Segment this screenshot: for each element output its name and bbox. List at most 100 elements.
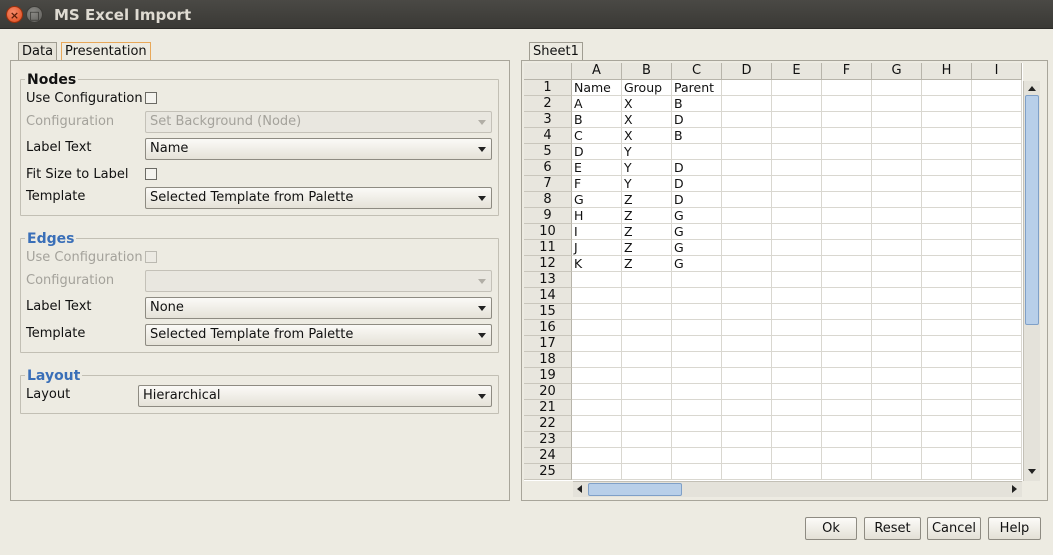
table-cell[interactable]: Z <box>622 192 672 208</box>
table-cell[interactable] <box>972 368 1022 384</box>
table-cell[interactable] <box>572 304 622 320</box>
row-header[interactable]: 23 <box>524 432 572 448</box>
horizontal-scrollbar[interactable] <box>573 481 1022 497</box>
table-cell[interactable] <box>672 288 722 304</box>
table-cell[interactable] <box>822 208 872 224</box>
table-cell[interactable] <box>972 256 1022 272</box>
row-header[interactable]: 15 <box>524 304 572 320</box>
table-cell[interactable] <box>922 144 972 160</box>
table-cell[interactable] <box>822 352 872 368</box>
table-cell[interactable] <box>922 352 972 368</box>
table-cell[interactable] <box>772 208 822 224</box>
row-header[interactable]: 17 <box>524 336 572 352</box>
table-cell[interactable] <box>972 352 1022 368</box>
row-header[interactable]: 11 <box>524 240 572 256</box>
table-cell[interactable] <box>772 96 822 112</box>
table-cell[interactable] <box>772 80 822 96</box>
table-cell[interactable]: D <box>672 160 722 176</box>
corner-header[interactable] <box>524 63 572 80</box>
table-cell[interactable] <box>972 432 1022 448</box>
vertical-scroll-thumb[interactable] <box>1025 95 1039 325</box>
table-cell[interactable] <box>722 352 772 368</box>
row-header[interactable]: 25 <box>524 464 572 480</box>
table-cell[interactable]: I <box>572 224 622 240</box>
table-cell[interactable]: D <box>672 176 722 192</box>
table-cell[interactable] <box>922 176 972 192</box>
table-cell[interactable] <box>872 240 922 256</box>
table-cell[interactable] <box>622 320 672 336</box>
table-cell[interactable]: G <box>572 192 622 208</box>
table-cell[interactable] <box>572 448 622 464</box>
scroll-down-icon[interactable] <box>1028 469 1036 474</box>
table-cell[interactable] <box>822 464 872 480</box>
table-cell[interactable] <box>922 400 972 416</box>
table-cell[interactable] <box>872 384 922 400</box>
table-cell[interactable] <box>572 416 622 432</box>
table-cell[interactable] <box>872 464 922 480</box>
table-cell[interactable] <box>872 224 922 240</box>
table-cell[interactable] <box>722 288 772 304</box>
row-header[interactable]: 6 <box>524 160 572 176</box>
table-cell[interactable]: X <box>622 96 672 112</box>
table-cell[interactable]: G <box>672 240 722 256</box>
table-cell[interactable] <box>972 272 1022 288</box>
table-cell[interactable] <box>922 256 972 272</box>
table-cell[interactable] <box>822 400 872 416</box>
table-cell[interactable] <box>822 96 872 112</box>
table-cell[interactable] <box>622 288 672 304</box>
horizontal-scroll-thumb[interactable] <box>588 483 682 496</box>
table-cell[interactable] <box>722 176 772 192</box>
table-cell[interactable] <box>922 336 972 352</box>
table-cell[interactable] <box>672 320 722 336</box>
row-header[interactable]: 24 <box>524 448 572 464</box>
table-cell[interactable] <box>822 176 872 192</box>
table-cell[interactable] <box>822 384 872 400</box>
reset-button[interactable]: Reset <box>864 517 921 540</box>
table-cell[interactable] <box>872 352 922 368</box>
table-cell[interactable]: Z <box>622 224 672 240</box>
table-cell[interactable]: H <box>572 208 622 224</box>
table-cell[interactable] <box>922 448 972 464</box>
table-cell[interactable] <box>722 112 772 128</box>
table-cell[interactable] <box>922 128 972 144</box>
table-cell[interactable]: B <box>672 128 722 144</box>
table-cell[interactable] <box>672 336 722 352</box>
table-cell[interactable]: D <box>672 192 722 208</box>
table-cell[interactable] <box>872 320 922 336</box>
table-cell[interactable] <box>772 352 822 368</box>
table-cell[interactable] <box>622 384 672 400</box>
table-cell[interactable] <box>772 304 822 320</box>
table-cell[interactable] <box>722 160 772 176</box>
table-cell[interactable] <box>872 304 922 320</box>
table-cell[interactable]: A <box>572 96 622 112</box>
table-cell[interactable] <box>772 144 822 160</box>
table-cell[interactable] <box>872 336 922 352</box>
table-cell[interactable] <box>772 448 822 464</box>
column-header[interactable]: H <box>922 63 972 80</box>
table-cell[interactable] <box>922 464 972 480</box>
table-cell[interactable] <box>622 464 672 480</box>
table-cell[interactable]: G <box>672 208 722 224</box>
table-cell[interactable] <box>672 432 722 448</box>
column-header[interactable]: G <box>872 63 922 80</box>
nodes-configuration-select[interactable]: Set Background (Node) <box>145 111 492 133</box>
row-header[interactable]: 14 <box>524 288 572 304</box>
table-cell[interactable] <box>972 96 1022 112</box>
minimize-window-button[interactable]: □ <box>26 6 43 23</box>
table-cell[interactable] <box>822 336 872 352</box>
table-cell[interactable] <box>572 464 622 480</box>
table-cell[interactable] <box>972 288 1022 304</box>
table-cell[interactable]: Y <box>622 176 672 192</box>
row-header[interactable]: 7 <box>524 176 572 192</box>
table-cell[interactable]: Parent <box>672 80 722 96</box>
row-header[interactable]: 3 <box>524 112 572 128</box>
table-cell[interactable] <box>922 304 972 320</box>
table-cell[interactable] <box>872 176 922 192</box>
table-cell[interactable] <box>872 144 922 160</box>
table-cell[interactable] <box>772 368 822 384</box>
table-cell[interactable] <box>822 112 872 128</box>
table-cell[interactable] <box>572 368 622 384</box>
table-cell[interactable] <box>822 304 872 320</box>
table-cell[interactable] <box>822 80 872 96</box>
row-header[interactable]: 22 <box>524 416 572 432</box>
